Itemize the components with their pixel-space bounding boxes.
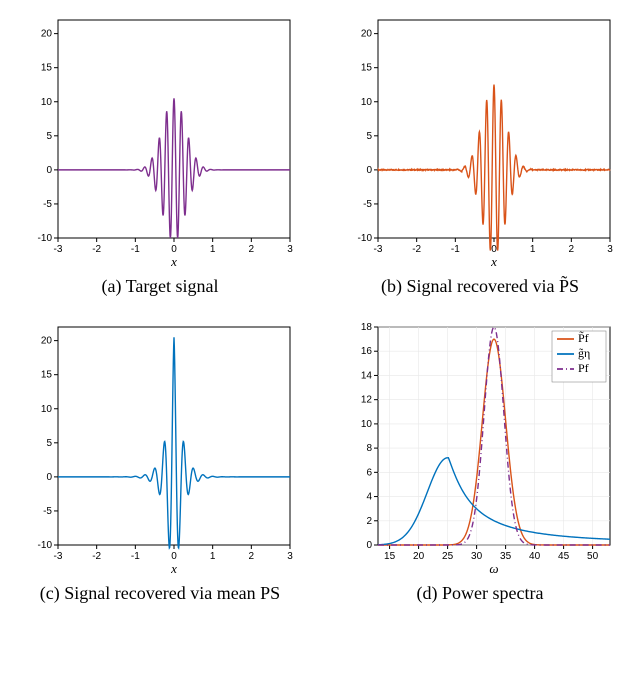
plot-b: -3-2-10123-10-505101520x: [340, 10, 620, 270]
panel-a: -3-2-10123-10-505101520x(a) Target signa…: [20, 10, 300, 297]
ytick-label: 0: [366, 540, 372, 551]
ytick-label: -10: [38, 540, 53, 551]
ytick-label: 15: [361, 63, 373, 74]
plot-area: [378, 20, 610, 238]
ytick-label: 10: [361, 97, 373, 108]
ytick-label: 5: [46, 131, 52, 142]
xtick-label: -2: [92, 244, 101, 255]
ytick-label: 20: [41, 336, 53, 347]
ytick-label: 10: [41, 404, 53, 415]
xtick-label: 1: [210, 551, 216, 562]
ytick-label: 15: [41, 63, 53, 74]
ytick-label: -5: [43, 506, 52, 517]
xlabel: ω: [489, 561, 498, 576]
xtick-label: -1: [131, 244, 140, 255]
ytick-label: 2: [366, 516, 372, 527]
xtick-label: -3: [374, 244, 383, 255]
xtick-label: -1: [131, 551, 140, 562]
caption-d: (d) Power spectra: [417, 583, 544, 604]
xtick-label: 2: [249, 244, 255, 255]
ytick-label: 20: [41, 29, 53, 40]
ytick-label: -10: [358, 233, 373, 244]
xtick-label: 20: [413, 551, 425, 562]
ytick-label: -10: [38, 233, 53, 244]
ytick-label: 0: [366, 165, 372, 176]
ytick-label: 15: [41, 370, 53, 381]
ytick-label: 6: [366, 467, 372, 478]
ytick-label: 16: [361, 346, 373, 357]
xlabel: x: [490, 254, 497, 269]
xtick-label: -2: [412, 244, 421, 255]
plot-area: [58, 20, 290, 238]
plot-d: 15 20 25 30 35 40 45 50 0 2 4 6 8 10 12 14 16 18 ω P̃fg̃ηPf: [340, 317, 620, 577]
xtick-label: 15: [384, 551, 396, 562]
plot-c: -3-2-10123-10-505101520x: [20, 317, 300, 577]
xtick-label: 25: [442, 551, 454, 562]
caption-c: (c) Signal recovered via mean PS: [40, 583, 280, 604]
xtick-label: 2: [569, 244, 575, 255]
xtick-label: -2: [92, 551, 101, 562]
ytick-label: 12: [361, 395, 373, 406]
xtick-label: 45: [558, 551, 570, 562]
xtick-label: -3: [54, 244, 63, 255]
xtick-label: 2: [249, 551, 255, 562]
legend-label: Pf: [578, 361, 589, 375]
ytick-label: 5: [46, 438, 52, 449]
panel-c: -3-2-10123-10-505101520x(c) Signal recov…: [20, 317, 300, 604]
plot-a: -3-2-10123-10-505101520x: [20, 10, 300, 270]
ytick-label: 0: [46, 472, 52, 483]
legend-label: P̃f: [578, 331, 589, 345]
ytick-label: 10: [361, 419, 373, 430]
panel-b: -3-2-10123-10-505101520x(b) Signal recov…: [340, 10, 620, 297]
xtick-label: 40: [529, 551, 541, 562]
ytick-label: 18: [361, 322, 373, 333]
xtick-label: 1: [210, 244, 216, 255]
xtick-label: 3: [607, 244, 613, 255]
xtick-label: 1: [530, 244, 536, 255]
xtick-label: 3: [287, 551, 293, 562]
ytick-label: 14: [361, 370, 373, 381]
panel-d: 15 20 25 30 35 40 45 50 0 2 4 6 8 10 12 14 16 18 ω P̃fg̃ηPf…: [340, 317, 620, 604]
xtick-label: 35: [500, 551, 512, 562]
ytick-label: 0: [46, 165, 52, 176]
xtick-label: 30: [471, 551, 483, 562]
ytick-label: -5: [363, 199, 372, 210]
ytick-label: -5: [43, 199, 52, 210]
ytick-label: 4: [366, 492, 372, 503]
ytick-label: 10: [41, 97, 53, 108]
caption-a: (a) Target signal: [101, 276, 218, 297]
xtick-label: -3: [54, 551, 63, 562]
xtick-label: -1: [451, 244, 460, 255]
xlabel: x: [170, 561, 177, 576]
legend-label: g̃η: [578, 346, 590, 360]
xlabel: x: [170, 254, 177, 269]
ytick-label: 5: [366, 131, 372, 142]
caption-b: (b) Signal recovered via P̃S: [381, 276, 579, 297]
ytick-label: 8: [366, 443, 372, 454]
xtick-label: 3: [287, 244, 293, 255]
ytick-label: 20: [361, 29, 373, 40]
xtick-label: 50: [587, 551, 599, 562]
